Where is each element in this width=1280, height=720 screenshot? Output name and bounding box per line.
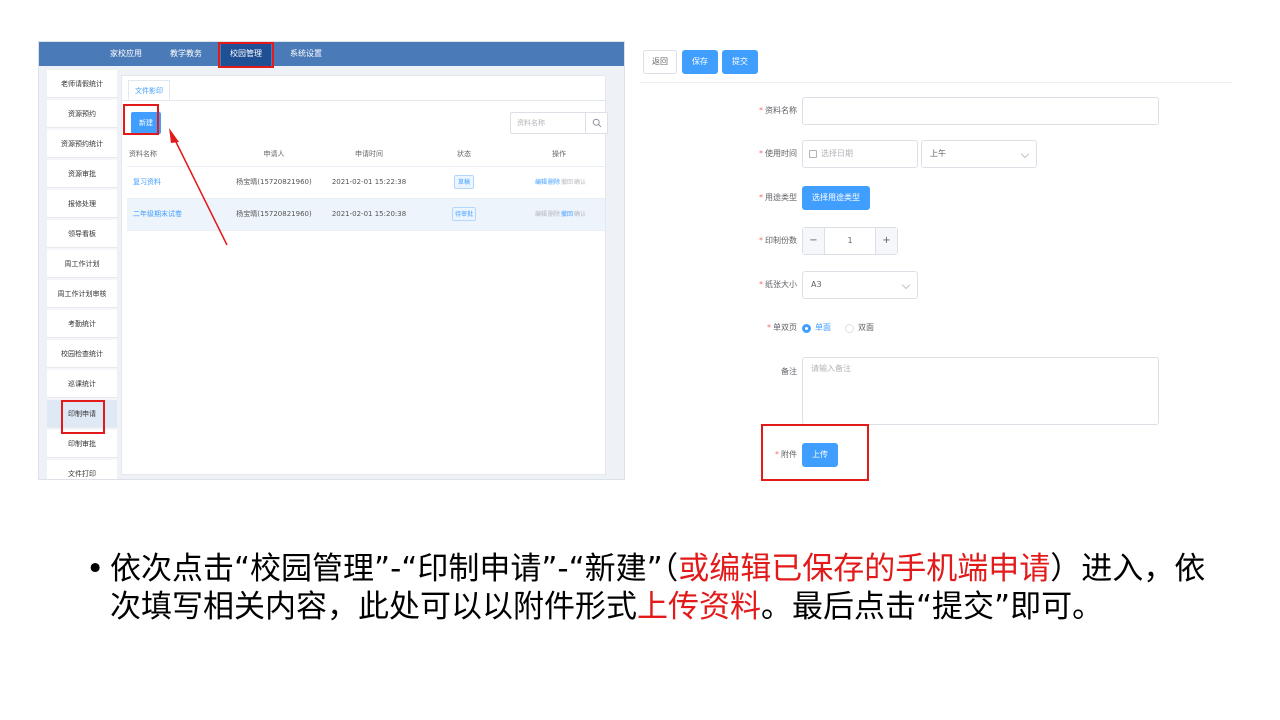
caption-text: 依次点击“校园管理”-“印制申请”-“新建”（或编辑已保存的手机端申请）进入，依… [110, 551, 1206, 625]
radio-single-side-label: 单面 [815, 323, 831, 332]
remark-textarea[interactable]: 请输入备注 [802, 357, 1159, 425]
highlight-attachment [761, 424, 869, 481]
calendar-icon [809, 150, 817, 158]
back-button[interactable]: 返回 [643, 50, 677, 74]
paper-size-select[interactable]: A3 [802, 271, 918, 299]
bullet: • [86, 551, 105, 587]
plus-button[interactable]: + [875, 228, 897, 254]
admin-screenshot: 家校应用 教学教务 校园管理 系统设置 老师请假统计 资源预约 资源预约统计 资… [38, 41, 625, 480]
chevron-down-icon [1020, 149, 1030, 159]
paper-size-value: A3 [811, 280, 822, 289]
date-picker[interactable]: 选择日期 [802, 140, 918, 168]
minus-button[interactable]: − [803, 228, 825, 254]
select-purpose-button[interactable]: 选择用途类型 [802, 186, 870, 210]
radio-double-side-label: 双面 [858, 323, 874, 332]
remark-label: 备注 [781, 367, 797, 376]
copies-label: * 印制份数 [759, 236, 797, 245]
copies-value: 1 [847, 236, 853, 245]
radio-double-side[interactable] [845, 324, 854, 333]
period-select[interactable]: 上午 [921, 140, 1037, 168]
purpose-label: * 用途类型 [759, 193, 797, 202]
remark-placeholder: 请输入备注 [811, 364, 851, 373]
period-value: 上午 [930, 149, 946, 158]
toolbar-divider [640, 82, 1232, 83]
copies-stepper[interactable]: − 1 + [802, 227, 898, 255]
instruction-caption: • 依次点击“校园管理”-“印制申请”-“新建”（或编辑已保存的手机端申请）进入… [86, 550, 1206, 626]
form-screenshot: 返回 保存 提交 * 资料名称 * 使用时间 选择日期 上午 * 用途类型 选择用途类… [640, 41, 1232, 481]
radio-single-side[interactable] [802, 324, 811, 333]
sides-label: * 单双页 [767, 323, 797, 332]
save-button[interactable]: 保存 [682, 50, 718, 74]
material-name-label: * 资料名称 [759, 106, 797, 115]
use-time-label: * 使用时间 [759, 149, 797, 158]
date-placeholder: 选择日期 [821, 149, 853, 158]
paper-size-label: * 纸张大小 [759, 280, 797, 289]
submit-button[interactable]: 提交 [722, 50, 758, 74]
chevron-down-icon [901, 280, 911, 290]
arrow-pointer-icon [169, 128, 228, 246]
material-name-input[interactable] [802, 97, 1159, 125]
